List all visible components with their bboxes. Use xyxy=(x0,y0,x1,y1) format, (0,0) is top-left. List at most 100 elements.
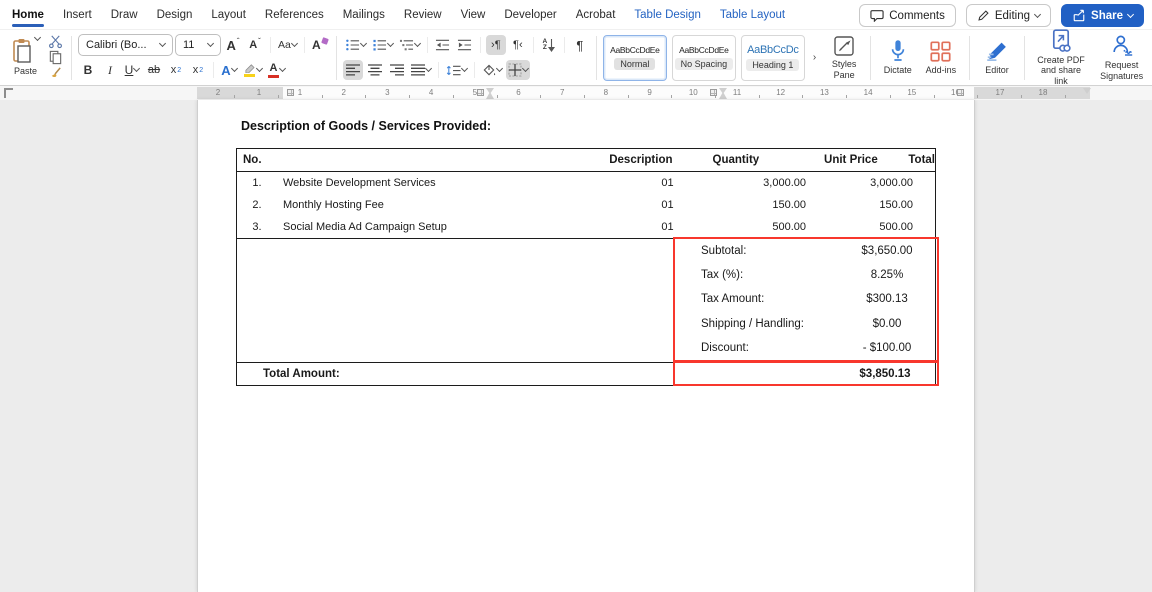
cell-quantity[interactable]: 01 xyxy=(630,177,705,189)
summary-label[interactable]: Subtotal: xyxy=(675,245,837,257)
decrease-indent-button[interactable] xyxy=(433,35,453,55)
menu-tab[interactable]: Review xyxy=(404,0,442,29)
comments-button[interactable]: Comments xyxy=(859,4,956,27)
total-label[interactable]: Total Amount: xyxy=(237,368,835,380)
sort-button[interactable]: AZ xyxy=(539,35,559,55)
italic-button[interactable]: I xyxy=(100,60,120,80)
summary-value[interactable]: - $100.00 xyxy=(837,342,937,354)
summary-label[interactable]: Shipping / Handling: xyxy=(675,318,837,330)
show-formatting-marks-button[interactable]: ¶ xyxy=(570,35,590,55)
menu-tab[interactable]: Design xyxy=(157,0,193,29)
cell-description[interactable]: Website Development Services xyxy=(277,177,630,189)
menu-tab[interactable]: Developer xyxy=(504,0,556,29)
table-header-cell[interactable]: Total xyxy=(908,154,935,166)
menu-tab[interactable]: Acrobat xyxy=(576,0,616,29)
multilevel-list-button[interactable] xyxy=(397,35,422,55)
editing-mode-dropdown[interactable]: Editing xyxy=(966,4,1051,27)
horizontal-ruler[interactable]: 21123456789101112131415161718 xyxy=(0,86,1152,100)
request-signatures-button[interactable]: Request Signatures xyxy=(1091,32,1152,83)
increase-indent-button[interactable] xyxy=(455,35,475,55)
font-name-select[interactable]: Calibri (Bo... xyxy=(78,34,173,56)
cell-total[interactable]: 500.00 xyxy=(820,221,935,233)
highlight-color-button[interactable] xyxy=(241,60,264,80)
table-header-cell[interactable]: No. xyxy=(237,154,603,166)
menu-tab[interactable]: Insert xyxy=(63,0,92,29)
style-normal[interactable]: AaBbCcDdEe Normal xyxy=(603,35,667,81)
menu-tab[interactable]: References xyxy=(265,0,324,29)
cell-total[interactable]: 150.00 xyxy=(820,199,935,211)
styles-gallery-expand[interactable]: › xyxy=(810,52,819,63)
cell-no[interactable]: 3. xyxy=(237,221,277,233)
add-ins-button[interactable]: Add-ins xyxy=(918,38,963,77)
cell-description[interactable]: Monthly Hosting Fee xyxy=(277,199,630,211)
summary-value[interactable]: $3,650.00 xyxy=(837,245,937,257)
total-value[interactable]: $3,850.13 xyxy=(835,368,935,380)
summary-label[interactable]: Discount: xyxy=(675,342,837,354)
text-effects-button[interactable]: A xyxy=(219,60,239,80)
cell-no[interactable]: 1. xyxy=(237,177,277,189)
cell-unit-price[interactable]: 150.00 xyxy=(705,199,820,211)
cell-total[interactable]: 3,000.00 xyxy=(820,177,935,189)
table-header-cell[interactable]: Description xyxy=(603,154,678,166)
menu-tab[interactable]: Table Design xyxy=(634,0,700,29)
table-column-marker[interactable] xyxy=(710,89,717,96)
copy-button[interactable] xyxy=(45,50,65,66)
cell-no[interactable]: 2. xyxy=(237,199,277,211)
cell-quantity[interactable]: 01 xyxy=(630,221,705,233)
subscript-button[interactable]: x2 xyxy=(166,60,186,80)
share-button[interactable]: Share xyxy=(1061,4,1144,27)
bullets-button[interactable] xyxy=(343,35,368,55)
style-no-spacing[interactable]: AaBbCcDdEe No Spacing xyxy=(672,35,736,81)
align-right-button[interactable] xyxy=(387,60,407,80)
dictate-button[interactable]: Dictate xyxy=(877,37,918,77)
style-heading-1[interactable]: AaBbCcDc Heading 1 xyxy=(741,35,805,81)
menu-tab[interactable]: Layout xyxy=(211,0,246,29)
format-painter-button[interactable] xyxy=(45,66,65,82)
cell-unit-price[interactable]: 500.00 xyxy=(705,221,820,233)
tab-stop-selector[interactable] xyxy=(4,88,13,98)
table-header-cell[interactable]: Quantity xyxy=(678,154,793,166)
summary-label[interactable]: Tax (%): xyxy=(675,269,837,281)
align-center-button[interactable] xyxy=(365,60,385,80)
grow-font-button[interactable]: Aˆ xyxy=(223,35,243,55)
styles-pane-button[interactable]: Styles Pane xyxy=(824,33,864,82)
menu-tab[interactable]: Draw xyxy=(111,0,138,29)
change-case-button[interactable]: Aa xyxy=(276,35,299,55)
cell-quantity[interactable]: 01 xyxy=(630,199,705,211)
summary-value[interactable]: $0.00 xyxy=(837,318,937,330)
rtl-paragraph-button[interactable]: ¶‹ xyxy=(508,35,528,55)
justify-button[interactable] xyxy=(409,60,433,80)
font-color-button[interactable]: A xyxy=(266,60,287,80)
paste-button[interactable]: Paste xyxy=(8,36,43,78)
ltr-paragraph-button[interactable]: ›¶ xyxy=(486,35,506,55)
bold-button[interactable]: B xyxy=(78,60,98,80)
cut-button[interactable] xyxy=(45,34,65,50)
cell-unit-price[interactable]: 3,000.00 xyxy=(705,177,820,189)
menu-tab[interactable]: View xyxy=(461,0,486,29)
borders-button[interactable] xyxy=(506,60,530,80)
create-pdf-button[interactable]: Create PDF and share link xyxy=(1031,27,1092,88)
document-page[interactable]: Description of Goods / Services Provided… xyxy=(197,100,975,592)
menu-tab[interactable]: Mailings xyxy=(343,0,385,29)
menu-tab[interactable]: Home xyxy=(12,0,44,29)
superscript-button[interactable]: x2 xyxy=(188,60,208,80)
summary-value[interactable]: 8.25% xyxy=(837,269,937,281)
invoice-table[interactable]: No.DescriptionQuantityUnit PriceTotal 1.… xyxy=(236,148,936,386)
editor-button[interactable]: Editor xyxy=(976,38,1017,77)
summary-label[interactable]: Tax Amount: xyxy=(675,293,837,305)
table-column-marker[interactable] xyxy=(957,89,964,96)
table-header-cell[interactable]: Unit Price xyxy=(793,154,908,166)
table-column-marker[interactable] xyxy=(287,89,294,96)
font-size-select[interactable]: 11 xyxy=(175,34,221,56)
underline-button[interactable]: U xyxy=(122,60,142,80)
cell-description[interactable]: Social Media Ad Campaign Setup xyxy=(277,221,630,233)
line-spacing-button[interactable] xyxy=(444,60,469,80)
numbering-button[interactable] xyxy=(370,35,395,55)
table-column-marker[interactable] xyxy=(477,89,484,96)
shading-button[interactable] xyxy=(480,60,504,80)
menu-tab[interactable]: Table Layout xyxy=(720,0,785,29)
align-left-button[interactable] xyxy=(343,60,363,80)
shrink-font-button[interactable]: Aˇ xyxy=(245,35,265,55)
summary-value[interactable]: $300.13 xyxy=(837,293,937,305)
strikethrough-button[interactable]: ab xyxy=(144,60,164,80)
